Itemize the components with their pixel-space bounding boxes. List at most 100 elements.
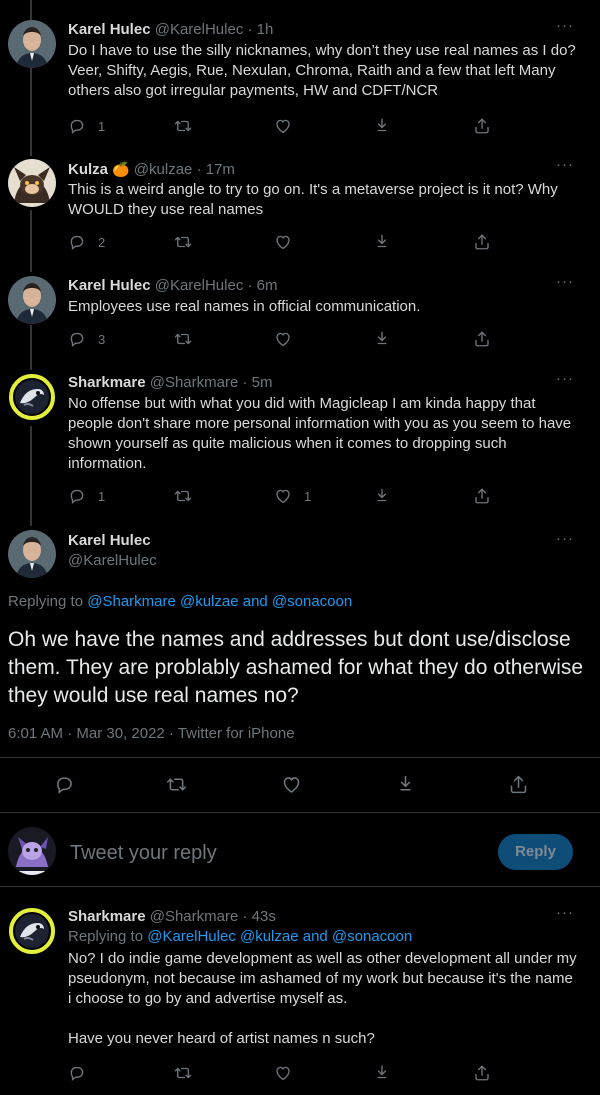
- thread-line: [30, 325, 32, 370]
- author-handle[interactable]: @KarelHulec: [155, 277, 244, 294]
- timestamp[interactable]: · 17m: [197, 161, 235, 178]
- share-icon: [508, 774, 529, 795]
- retweet-button[interactable]: [166, 774, 187, 794]
- timestamp[interactable]: · 5m: [243, 374, 273, 391]
- like-count: 1: [304, 488, 312, 504]
- author-handle[interactable]: @kulzae: [134, 161, 193, 178]
- retweet-icon: [174, 1064, 192, 1082]
- reply-button[interactable]: [54, 774, 75, 794]
- mention-links[interactable]: @KarelHulec @kulzae and @sonacoon: [147, 928, 412, 945]
- like-button[interactable]: [281, 774, 302, 794]
- share-button[interactable]: [473, 116, 491, 136]
- share-icon: [473, 233, 491, 251]
- author-name[interactable]: Sharkmare: [68, 908, 146, 925]
- share-button[interactable]: [473, 232, 491, 252]
- more-icon[interactable]: ···: [556, 904, 574, 921]
- retweet-icon: [174, 330, 192, 348]
- reply-count: 2: [98, 234, 106, 250]
- avatar[interactable]: [8, 530, 56, 578]
- tweet-text: This is a weird angle to try to go on. I…: [68, 181, 558, 218]
- mention-links[interactable]: @Sharkmare @kulzae and @sonacoon: [87, 593, 352, 610]
- like-icon: [281, 774, 302, 795]
- like-button[interactable]: 1: [274, 486, 311, 506]
- tweet-text: Employees use real names in official com…: [68, 298, 421, 315]
- tweet-actions: [68, 1063, 498, 1083]
- thread-line: [30, 0, 32, 20]
- tweet-actions: 3: [68, 329, 498, 349]
- bookmark-button[interactable]: [373, 329, 391, 349]
- retweet-button[interactable]: [174, 486, 192, 506]
- avatar[interactable]: [8, 276, 56, 324]
- more-icon[interactable]: ···: [556, 530, 574, 547]
- bookmark-button[interactable]: [373, 486, 391, 506]
- more-icon[interactable]: ···: [556, 370, 574, 387]
- share-button[interactable]: [473, 486, 491, 506]
- reply-input[interactable]: Tweet your reply: [70, 842, 217, 865]
- bookmark-icon: [373, 233, 391, 251]
- avatar[interactable]: [8, 159, 56, 207]
- reply-button[interactable]: 2: [68, 232, 105, 252]
- reply-icon: [54, 774, 75, 795]
- author-name[interactable]: Kulza: [68, 161, 108, 178]
- author-handle[interactable]: @Sharkmare: [150, 374, 239, 391]
- timestamp[interactable]: · 1h: [247, 21, 273, 38]
- compose-reply: Tweet your reply Reply: [0, 813, 600, 885]
- reply-button[interactable]: 1: [68, 116, 105, 136]
- author-name[interactable]: Karel Hulec: [68, 277, 151, 294]
- retweet-button[interactable]: [174, 329, 192, 349]
- bookmark-icon: [373, 330, 391, 348]
- reply-icon: [68, 117, 86, 135]
- share-button[interactable]: [473, 1063, 491, 1083]
- replying-to: Replying to @KarelHulec @kulzae and @son…: [68, 928, 412, 945]
- author-name[interactable]: Sharkmare: [68, 374, 146, 391]
- share-button[interactable]: [508, 774, 529, 794]
- reply-button[interactable]: 3: [68, 329, 105, 349]
- share-button[interactable]: [473, 329, 491, 349]
- author-name[interactable]: Karel Hulec: [68, 21, 151, 38]
- author-handle[interactable]: @KarelHulec: [155, 21, 244, 38]
- avatar[interactable]: [8, 20, 56, 68]
- reply-icon: [68, 1064, 86, 1082]
- bookmark-button[interactable]: [395, 774, 416, 794]
- like-button[interactable]: [274, 1063, 292, 1083]
- like-button[interactable]: [274, 116, 292, 136]
- user-avatar[interactable]: [8, 827, 56, 875]
- bookmark-button[interactable]: [373, 1063, 391, 1083]
- reply-button[interactable]: 1: [68, 486, 105, 506]
- tweet-timestamp[interactable]: 6:01 AM · Mar 30, 2022 · Twitter for iPh…: [8, 725, 295, 742]
- author-handle[interactable]: @Sharkmare: [150, 908, 239, 925]
- retweet-icon: [174, 117, 192, 135]
- reply-count: 1: [98, 488, 106, 504]
- tweet-text: No? I do indie game development as well …: [68, 950, 577, 1047]
- share-icon: [473, 487, 491, 505]
- thread-line: [30, 210, 32, 272]
- bookmark-icon: [373, 1064, 391, 1082]
- thread-line: [30, 68, 32, 156]
- reply-count: 3: [98, 331, 106, 347]
- replying-to: Replying to @Sharkmare @kulzae and @sona…: [8, 593, 352, 610]
- like-icon: [274, 487, 292, 505]
- more-icon[interactable]: ···: [556, 273, 574, 290]
- bookmark-button[interactable]: [373, 232, 391, 252]
- author-name[interactable]: Karel Hulec: [68, 532, 151, 549]
- timestamp[interactable]: · 6m: [247, 277, 277, 294]
- retweet-button[interactable]: [174, 1063, 192, 1083]
- like-button[interactable]: [274, 329, 292, 349]
- tweet-actions: 1: [68, 116, 498, 136]
- replying-prefix: Replying to: [8, 593, 84, 610]
- retweet-button[interactable]: [174, 232, 192, 252]
- avatar[interactable]: [8, 907, 56, 955]
- reply-count: 1: [98, 118, 106, 134]
- more-icon[interactable]: ···: [556, 17, 574, 34]
- retweet-button[interactable]: [174, 116, 192, 136]
- timestamp[interactable]: · 43s: [243, 908, 276, 925]
- reply-button[interactable]: [68, 1063, 86, 1083]
- reply-button[interactable]: Reply: [498, 834, 573, 870]
- focused-actions: [0, 774, 600, 796]
- like-button[interactable]: [274, 232, 292, 252]
- author-handle[interactable]: @KarelHulec: [68, 552, 157, 569]
- divider: [0, 886, 600, 887]
- avatar[interactable]: [8, 373, 56, 421]
- bookmark-button[interactable]: [373, 116, 391, 136]
- more-icon[interactable]: ···: [556, 156, 574, 173]
